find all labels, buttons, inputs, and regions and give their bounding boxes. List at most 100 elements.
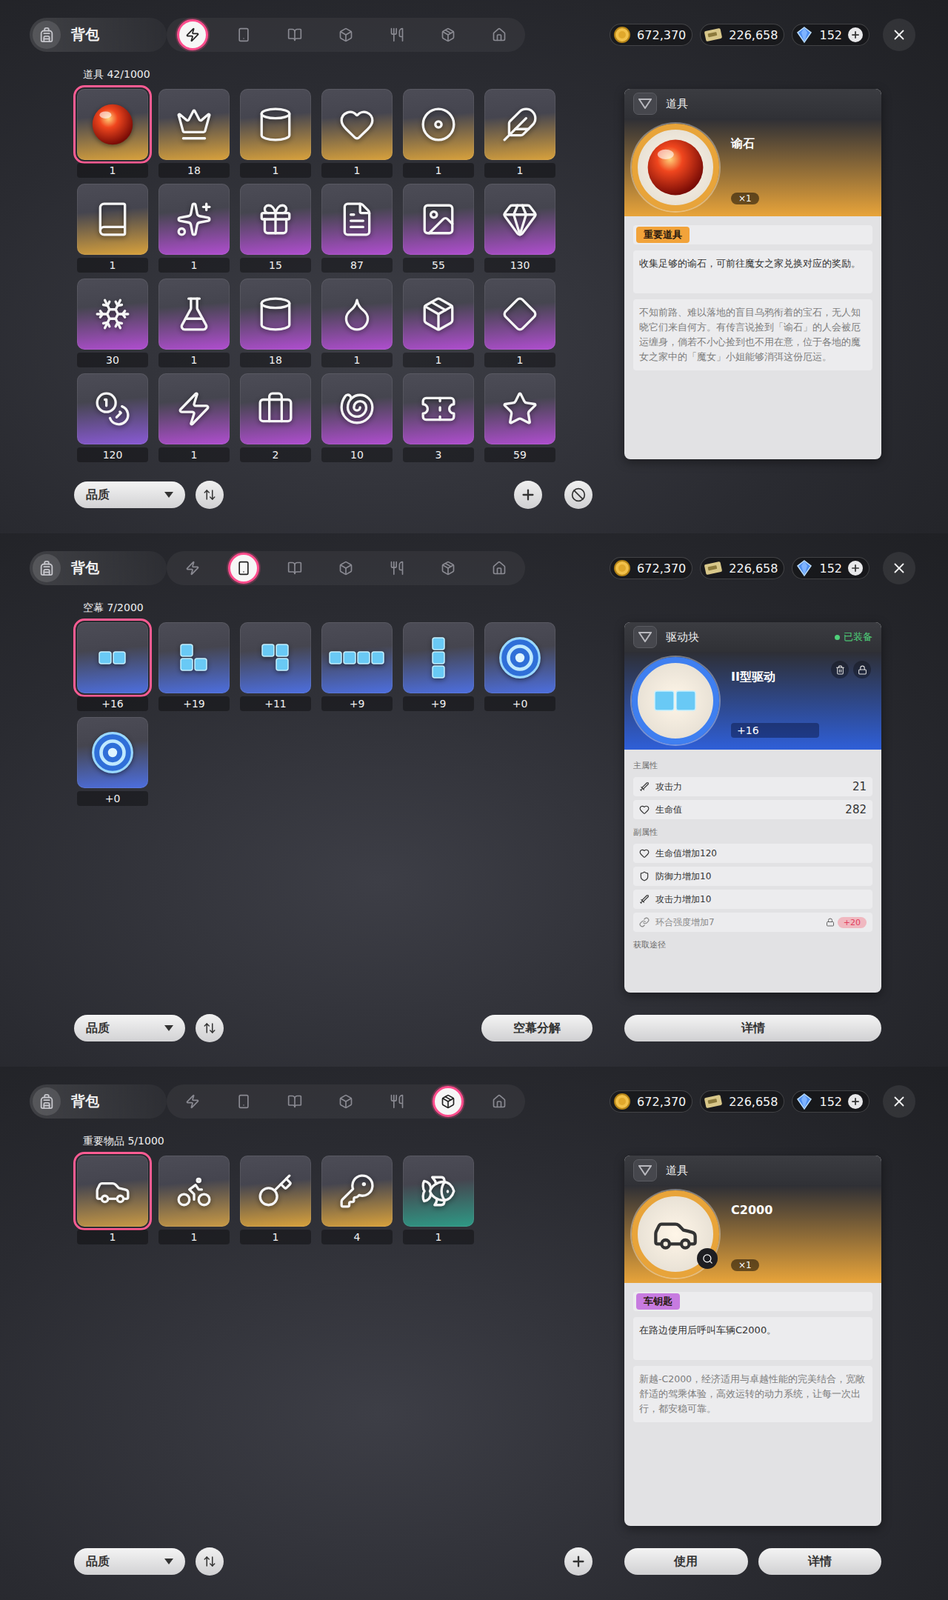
item-face[interactable] <box>484 373 556 445</box>
category-tab[interactable] <box>228 19 260 51</box>
add-currency-button[interactable] <box>848 560 863 576</box>
sort-dropdown[interactable]: 品质 <box>74 1547 186 1575</box>
category-tab[interactable] <box>381 1085 413 1117</box>
panel-action-button[interactable]: 使用 <box>624 1547 749 1575</box>
item-face[interactable] <box>158 88 230 160</box>
item-face[interactable] <box>484 278 556 350</box>
item-face[interactable] <box>158 622 230 694</box>
category-tab[interactable] <box>177 1085 209 1117</box>
item-face[interactable] <box>77 278 149 350</box>
category-tab[interactable] <box>483 19 515 51</box>
item-tile[interactable]: 1 <box>484 278 556 368</box>
item-face[interactable] <box>239 1155 312 1227</box>
category-tab[interactable] <box>432 1085 464 1117</box>
item-face[interactable] <box>321 1155 393 1227</box>
item-tile[interactable]: 1 <box>321 88 393 178</box>
sort-order-button[interactable] <box>195 480 224 509</box>
sort-dropdown[interactable]: 品质 <box>74 1014 186 1042</box>
item-face[interactable] <box>239 88 312 160</box>
item-face[interactable] <box>158 278 230 350</box>
item-face[interactable] <box>239 373 312 445</box>
lock-button[interactable] <box>853 660 871 679</box>
item-tile[interactable]: +9 <box>321 622 393 711</box>
item-face[interactable] <box>158 373 230 445</box>
item-face[interactable] <box>239 278 312 350</box>
item-face[interactable] <box>321 373 393 445</box>
item-tile[interactable]: 1 <box>239 88 312 178</box>
category-tab[interactable] <box>228 552 260 584</box>
item-tile[interactable]: +16 <box>77 622 149 711</box>
item-tile[interactable]: 59 <box>484 373 556 463</box>
close-button[interactable] <box>882 551 916 585</box>
item-tile[interactable]: 120 <box>77 373 149 463</box>
category-tab[interactable] <box>330 552 362 584</box>
item-face[interactable] <box>321 183 393 255</box>
item-face[interactable] <box>484 622 556 694</box>
item-tile[interactable]: 87 <box>321 183 393 273</box>
category-tab[interactable] <box>177 552 209 584</box>
hide-button[interactable] <box>564 480 593 509</box>
item-face[interactable] <box>77 373 149 445</box>
item-tile[interactable]: +19 <box>158 622 230 711</box>
item-tile[interactable]: 1 <box>77 183 149 273</box>
category-tab[interactable] <box>432 19 464 51</box>
item-tile[interactable]: 4 <box>321 1155 393 1245</box>
sort-dropdown[interactable]: 品质 <box>74 481 186 509</box>
item-tile[interactable]: 18 <box>158 88 230 178</box>
item-tile[interactable]: 1 <box>402 278 474 368</box>
item-tile[interactable]: +0 <box>484 622 556 711</box>
item-face[interactable] <box>402 1155 474 1227</box>
category-tab[interactable] <box>381 19 413 51</box>
item-tile[interactable]: 3 <box>402 373 474 463</box>
item-tile[interactable]: 1 <box>158 1155 230 1245</box>
item-tile[interactable]: 1 <box>77 88 149 178</box>
item-tile[interactable]: 1 <box>402 88 474 178</box>
item-face[interactable] <box>239 622 312 694</box>
category-tab[interactable] <box>483 1085 515 1117</box>
item-face[interactable] <box>321 622 393 694</box>
item-tile[interactable]: 55 <box>402 183 474 273</box>
category-tab[interactable] <box>381 552 413 584</box>
item-face[interactable] <box>77 88 149 160</box>
item-tile[interactable]: 18 <box>239 278 312 368</box>
discard-button[interactable] <box>830 660 849 679</box>
item-tile[interactable]: 10 <box>321 373 393 463</box>
item-tile[interactable]: 15 <box>239 183 312 273</box>
add-button[interactable] <box>564 1547 593 1576</box>
category-tab[interactable] <box>330 1085 362 1117</box>
item-tile[interactable]: 1 <box>402 1155 474 1245</box>
item-face[interactable] <box>77 183 149 255</box>
salvage-button[interactable]: 空幕分解 <box>481 1014 593 1042</box>
item-tile[interactable]: 1 <box>158 373 230 463</box>
item-tile[interactable]: 2 <box>239 373 312 463</box>
item-tile[interactable]: 1 <box>321 278 393 368</box>
item-tile[interactable]: 1 <box>158 278 230 368</box>
panel-action-button[interactable]: 详情 <box>624 1014 882 1042</box>
item-face[interactable] <box>484 88 556 160</box>
item-tile[interactable]: +11 <box>239 622 312 711</box>
category-tab[interactable] <box>228 1085 260 1117</box>
item-tile[interactable]: 1 <box>158 183 230 273</box>
category-tab[interactable] <box>330 19 362 51</box>
panel-action-button[interactable]: 详情 <box>758 1547 883 1575</box>
add-currency-button[interactable] <box>848 27 863 43</box>
item-tile[interactable]: 130 <box>484 183 556 273</box>
item-face[interactable] <box>402 183 474 255</box>
item-face[interactable] <box>77 1155 149 1227</box>
category-tab[interactable] <box>432 552 464 584</box>
item-tile[interactable]: 1 <box>77 1155 149 1245</box>
category-tab[interactable] <box>279 1085 311 1117</box>
add-currency-button[interactable] <box>848 1093 863 1109</box>
category-tab[interactable] <box>177 19 209 51</box>
close-button[interactable] <box>882 18 916 52</box>
item-face[interactable] <box>321 278 393 350</box>
sort-order-button[interactable] <box>195 1013 224 1043</box>
close-button[interactable] <box>882 1085 916 1118</box>
add-button[interactable] <box>513 480 543 509</box>
category-tab[interactable] <box>279 552 311 584</box>
item-tile[interactable]: 1 <box>484 88 556 178</box>
item-face[interactable] <box>158 183 230 255</box>
item-tile[interactable]: +9 <box>402 622 474 711</box>
item-face[interactable] <box>402 88 474 160</box>
zoom-button[interactable] <box>696 1247 718 1269</box>
